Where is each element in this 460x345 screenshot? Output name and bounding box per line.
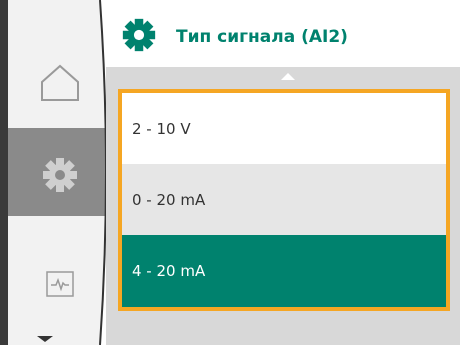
option-item-selected[interactable]: 4 - 20 mA: [122, 235, 446, 307]
nav-item-diagnostics[interactable]: [30, 262, 90, 306]
diagnostics-icon: [46, 271, 74, 297]
options-list-area: 2 - 10 V 0 - 20 mA 4 - 20 mA: [106, 67, 460, 345]
gear-icon: [122, 18, 156, 52]
header: Тип сигнала (AI2): [112, 0, 460, 67]
gear-icon: [43, 158, 77, 192]
option-item[interactable]: 2 - 10 V: [122, 93, 446, 164]
page-title: Тип сигнала (AI2): [176, 27, 348, 47]
option-label: 4 - 20 mA: [132, 262, 206, 280]
scroll-up-arrow-icon[interactable]: [281, 73, 295, 80]
option-label: 2 - 10 V: [132, 119, 191, 138]
options-list: 2 - 10 V 0 - 20 mA 4 - 20 mA: [118, 89, 450, 311]
home-icon: [41, 64, 79, 101]
scroll-down-arrow-icon[interactable]: [37, 336, 53, 342]
option-item[interactable]: 0 - 20 mA: [122, 164, 446, 235]
nav-item-settings[interactable]: [30, 150, 90, 200]
nav-item-home[interactable]: [30, 58, 90, 108]
option-label: 0 - 20 mA: [132, 190, 206, 209]
